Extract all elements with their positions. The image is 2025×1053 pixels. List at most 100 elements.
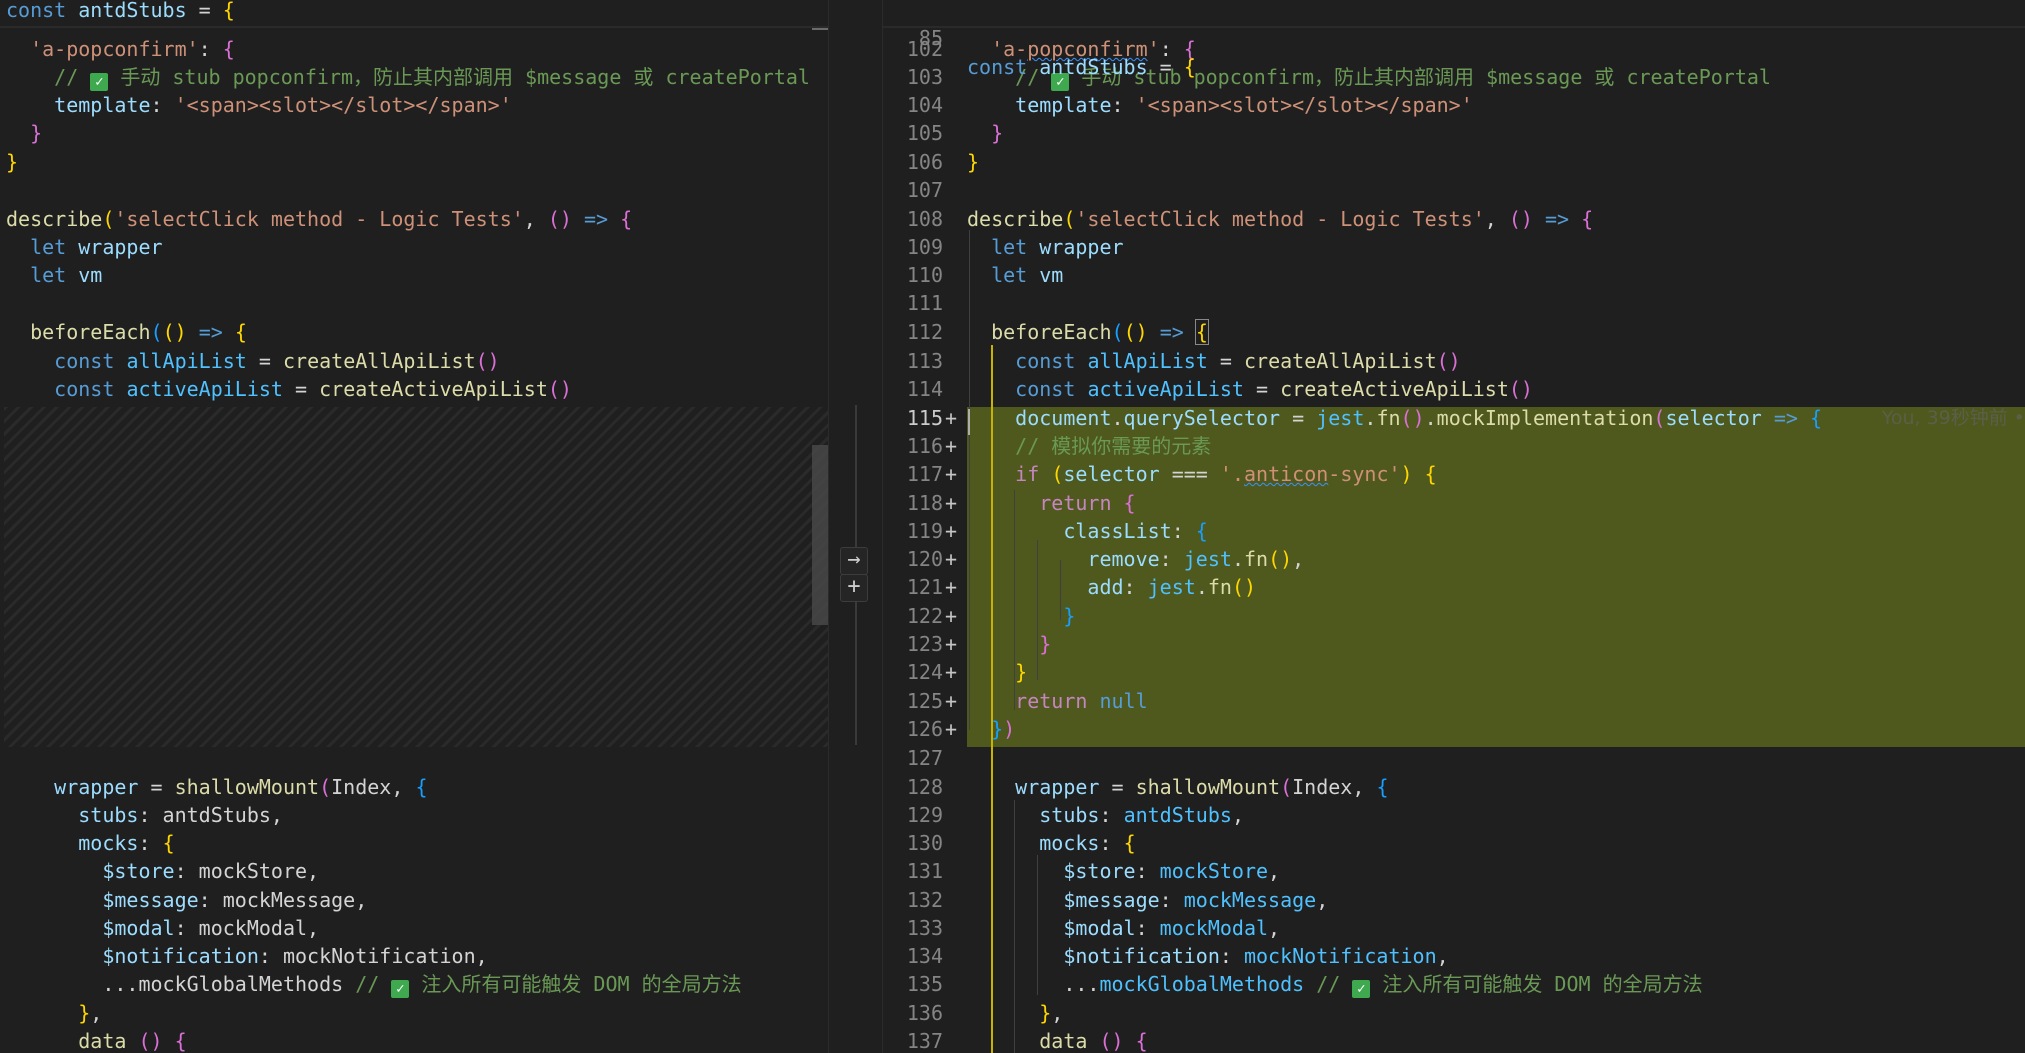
code-line[interactable]: 137 data () { — [883, 1027, 2025, 1053]
code-line[interactable]: mocks: { — [0, 829, 828, 857]
comment: // ✓ 手动 stub popconfirm，防止其内部调用 $message… — [54, 65, 810, 91]
code-line[interactable]: 111 — [883, 289, 2025, 317]
line-number: 133 — [906, 916, 943, 940]
added-code-line[interactable]: 119 + classList: { — [883, 517, 2025, 545]
line-number: 112 — [906, 320, 943, 344]
added-code-line[interactable]: 118 + return { — [883, 489, 2025, 517]
code-line[interactable]: 114 const activeApiList = createActiveAp… — [883, 375, 2025, 403]
added-code-line[interactable]: 116 + // 模拟你需要的元素 — [883, 432, 2025, 460]
code-line[interactable]: 109 let wrapper — [883, 233, 2025, 261]
line-number: 109 — [906, 235, 943, 259]
line-number: 105 — [906, 121, 943, 145]
code-line[interactable]: ...mockGlobalMethods // ✓ 注入所有可能触发 DOM 的… — [0, 970, 828, 998]
added-code-line[interactable]: 117 + if (selector === '.anticon-sync') { — [883, 460, 2025, 488]
code-line[interactable]: 135 ...mockGlobalMethods // ✓ 注入所有可能触发 D… — [883, 970, 2025, 998]
line-number: 135 — [906, 972, 943, 996]
code-line[interactable]: 'a-popconfirm': { — [0, 35, 828, 63]
code-line[interactable]: const activeApiList = createActiveApiLis… — [0, 375, 828, 403]
code-line[interactable]: 130 mocks: { — [883, 829, 2025, 857]
add-change-button[interactable]: + — [840, 574, 868, 602]
added-line-marker: + — [945, 575, 958, 599]
code-line[interactable]: 129 stubs: antdStubs, — [883, 801, 2025, 829]
added-line-marker: + — [945, 632, 958, 656]
code-line[interactable]: 104 template: '<span><slot></slot></span… — [883, 91, 2025, 119]
code-line[interactable]: 134 $notification: mockNotification, — [883, 942, 2025, 970]
original-pane[interactable]: const antdStubs = { 'a-popconfirm': { //… — [0, 0, 828, 1053]
code-line[interactable]: }, — [0, 999, 828, 1027]
comment: // ✓ 注入所有可能触发 DOM 的全局方法 — [355, 972, 742, 998]
code-line[interactable]: } — [0, 148, 828, 176]
code-line[interactable]: 133 $modal: mockModal, — [883, 914, 2025, 942]
code-line[interactable]: stubs: antdStubs, — [0, 801, 828, 829]
line-number: 115 — [906, 406, 943, 430]
code-line[interactable]: wrapper = shallowMount(Index, { — [0, 773, 828, 801]
checkmark-icon: ✓ — [1352, 980, 1371, 998]
code-line[interactable]: describe('selectClick method - Logic Tes… — [0, 205, 828, 233]
code-line[interactable]: data () { — [0, 1027, 828, 1053]
line-number: 130 — [906, 831, 943, 855]
line-number: 113 — [906, 349, 943, 373]
code-line[interactable]: $modal: mockModal, — [0, 914, 828, 942]
line-number: 106 — [906, 150, 943, 174]
added-line-marker: + — [945, 462, 958, 486]
added-code-line[interactable]: 122 + } — [883, 602, 2025, 630]
checkmark-icon: ✓ — [391, 980, 410, 998]
line-number: 128 — [906, 775, 943, 799]
code-line[interactable]: 106} — [883, 148, 2025, 176]
added-line-marker: + — [945, 660, 958, 684]
code-line[interactable]: $store: mockStore, — [0, 857, 828, 885]
code-line[interactable]: 110 let vm — [883, 261, 2025, 289]
code-line[interactable]: 112 beforeEach(() => { — [883, 318, 2025, 346]
code-line[interactable]: 113 const allApiList = createAllApiList(… — [883, 347, 2025, 375]
sticky-scroll-header[interactable]: 85 const antdStubs = { — [883, 0, 2025, 79]
added-code-line[interactable]: 124 + } — [883, 658, 2025, 686]
added-code-line[interactable]: 120 + remove: jest.fn(), — [883, 545, 2025, 573]
line-number: 111 — [906, 291, 943, 315]
added-code-line[interactable]: 115 + document.querySelector = jest.fn().… — [883, 404, 2025, 432]
code-line[interactable]: 108 describe('selectClick method - Logic … — [883, 205, 2025, 233]
checkmark-icon: ✓ — [90, 73, 109, 91]
brace: { — [1183, 54, 1196, 79]
code-line[interactable]: let vm — [0, 261, 828, 289]
revert-arrow-button[interactable]: → — [840, 547, 868, 575]
line-number: 122 — [906, 604, 943, 628]
code-line[interactable]: $message: mockMessage, — [0, 886, 828, 914]
added-line-marker: + — [945, 406, 958, 430]
line-number: 120 — [906, 547, 943, 571]
code-line[interactable]: template: '<span><slot></slot></span>' — [0, 91, 828, 119]
arrow-right-icon: → — [847, 547, 861, 572]
brace: { — [222, 0, 235, 22]
line-number: 126 — [906, 717, 943, 741]
code-line[interactable]: 105 } — [883, 119, 2025, 147]
modified-pane[interactable]: 85 const antdStubs = { 102 'a-popconfirm… — [883, 0, 2025, 1053]
line-number: 137 — [906, 1029, 943, 1053]
added-line-marker: + — [945, 689, 958, 713]
code-line[interactable]: 132 $message: mockMessage, — [883, 886, 2025, 914]
keyword: const — [6, 0, 67, 22]
line-number: 121 — [906, 575, 943, 599]
code-line[interactable]: } — [0, 119, 828, 147]
line-number: 119 — [906, 519, 943, 543]
code-line[interactable]: beforeEach(() => { — [0, 318, 828, 346]
code-line[interactable]: 131 $store: mockStore, — [883, 857, 2025, 885]
line-number: 124 — [906, 660, 943, 684]
git-blame-annotation[interactable]: You, 39秒钟前 • — [1882, 404, 2025, 432]
code-line[interactable]: let wrapper — [0, 233, 828, 261]
line-number: 108 — [906, 207, 943, 231]
code-line[interactable]: 107 — [883, 176, 2025, 204]
code-line[interactable]: $notification: mockNotification, — [0, 942, 828, 970]
code-line[interactable]: 128 wrapper = shallowMount(Index, { — [883, 773, 2025, 801]
sticky-scroll-header[interactable]: const antdStubs = { — [0, 0, 828, 28]
code-line[interactable]: const allApiList = createAllApiList() — [0, 347, 828, 375]
code-line[interactable]: 136 }, — [883, 999, 2025, 1027]
added-line-marker: + — [945, 491, 958, 515]
added-code-line[interactable]: 126 + }) — [883, 715, 2025, 743]
vertical-scrollbar[interactable] — [812, 445, 828, 625]
added-line-marker: + — [945, 547, 958, 571]
code-line[interactable]: 127 — [883, 744, 2025, 772]
added-code-line[interactable]: 123 + } — [883, 630, 2025, 658]
added-code-line[interactable]: 125 + return null — [883, 687, 2025, 715]
text-cursor — [968, 409, 970, 435]
added-code-line[interactable]: 121 + add: jest.fn() — [883, 573, 2025, 601]
code-line[interactable]: // ✓ 手动 stub popconfirm，防止其内部调用 $message… — [0, 63, 828, 91]
